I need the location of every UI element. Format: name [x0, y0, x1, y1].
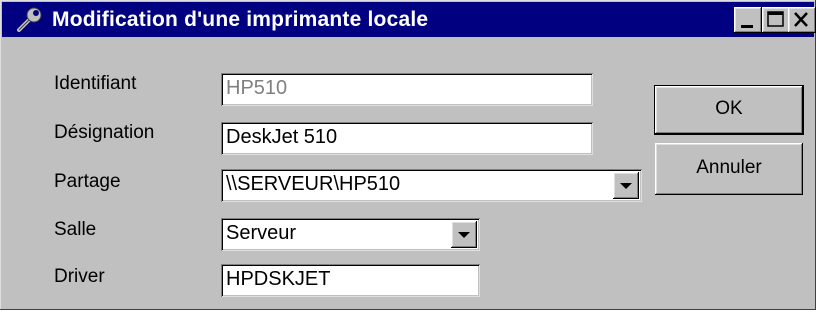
partage-dropdown-button[interactable]: [613, 172, 639, 199]
driver-field[interactable]: HPDSKJET: [221, 264, 480, 297]
minimize-icon: [741, 25, 753, 28]
partage-value: \\SERVEUR\HP510: [226, 173, 401, 195]
close-button[interactable]: [788, 7, 816, 33]
identifiant-value: HP510: [226, 77, 288, 99]
window-title: Modification d'une imprimante locale: [52, 8, 429, 31]
ok-button-label: OK: [715, 98, 743, 119]
printer-settings-icon: [17, 7, 42, 32]
designation-value: DeskJet 510: [226, 126, 338, 148]
maximize-button[interactable]: [762, 7, 790, 33]
title-bar[interactable]: Modification d'une imprimante locale: [2, 2, 816, 37]
partage-label: Partage: [54, 171, 121, 192]
driver-label: Driver: [54, 266, 105, 287]
chevron-down-icon: [620, 183, 632, 189]
identifiant-field[interactable]: HP510: [221, 73, 593, 106]
salle-combo[interactable]: Serveur: [221, 218, 480, 251]
designation-field[interactable]: DeskJet 510: [221, 122, 593, 155]
salle-dropdown-button[interactable]: [451, 221, 477, 248]
ok-button[interactable]: OK: [655, 86, 803, 134]
partage-combo[interactable]: \\SERVEUR\HP510: [221, 169, 642, 202]
minimize-button[interactable]: [734, 7, 762, 33]
chevron-down-icon: [458, 232, 470, 238]
printer-dialog: Modification d'une imprimante locale Ide…: [0, 0, 816, 310]
identifiant-label: Identifiant: [54, 73, 137, 94]
salle-value: Serveur: [226, 222, 297, 244]
salle-label: Salle: [54, 219, 97, 240]
close-icon: [794, 12, 808, 27]
driver-value: HPDSKJET: [226, 268, 331, 290]
maximize-icon: [767, 11, 784, 27]
cancel-button-label: Annuler: [696, 157, 762, 178]
designation-label: Désignation: [54, 122, 155, 143]
cancel-button[interactable]: Annuler: [655, 143, 803, 195]
